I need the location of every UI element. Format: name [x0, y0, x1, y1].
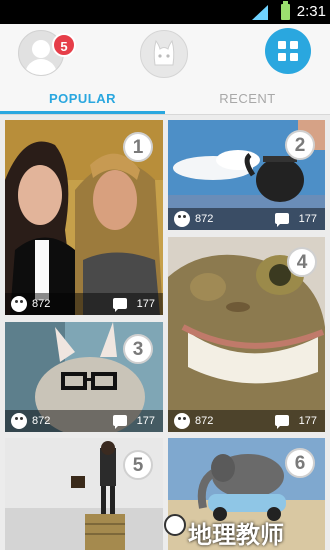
rank-badge: 5	[123, 450, 153, 480]
notification-badge: 5	[52, 33, 76, 57]
tab-recent[interactable]: RECENT	[165, 82, 330, 114]
card-3[interactable]: 3 872 177	[5, 322, 163, 432]
grid-view-button[interactable]	[265, 28, 311, 74]
smiley-icon	[11, 296, 27, 312]
smiley-icon	[11, 413, 27, 429]
card-5[interactable]: 5	[5, 438, 163, 550]
comment-icon	[113, 415, 127, 429]
comment-icon	[275, 213, 289, 227]
mascot-icon[interactable]	[140, 30, 188, 78]
user-icon	[32, 40, 50, 58]
card-stats: 872 177	[5, 293, 163, 315]
signal-icon	[252, 5, 268, 20]
comment-icon	[275, 415, 289, 429]
comments-count: 177	[298, 415, 317, 427]
watermark-logo-icon	[164, 514, 186, 536]
rank-badge: 1	[123, 132, 153, 162]
rank-badge: 2	[285, 130, 315, 160]
status-bar: 2:31	[0, 0, 330, 24]
card-1[interactable]: 1 872 177	[5, 120, 163, 315]
rank-badge: 4	[287, 247, 317, 277]
likes-count: 872	[195, 213, 214, 225]
grid-icon	[278, 41, 286, 49]
card-stats: 872 177	[5, 410, 163, 432]
card-2[interactable]: 2 872 177	[168, 120, 325, 230]
likes-count: 872	[195, 415, 214, 427]
top-bar: 5	[0, 24, 330, 82]
card-4[interactable]: 4 872 177	[168, 237, 325, 432]
comments-count: 177	[136, 298, 155, 310]
smiley-icon	[174, 211, 190, 227]
tab-popular[interactable]: POPULAR	[0, 82, 165, 114]
status-time: 2:31	[296, 3, 326, 20]
comment-icon	[113, 298, 127, 312]
likes-count: 872	[32, 298, 51, 310]
rank-badge: 6	[285, 448, 315, 478]
smiley-icon	[174, 413, 190, 429]
comments-count: 177	[298, 213, 317, 225]
active-tab-indicator	[0, 111, 165, 114]
card-stats: 872 177	[168, 208, 325, 230]
comments-count: 177	[136, 415, 155, 427]
card-stats: 872 177	[168, 410, 325, 432]
watermark-text: 地理教师	[188, 522, 284, 549]
likes-count: 872	[32, 415, 51, 427]
battery-icon	[281, 1, 290, 20]
rank-badge: 3	[123, 334, 153, 364]
